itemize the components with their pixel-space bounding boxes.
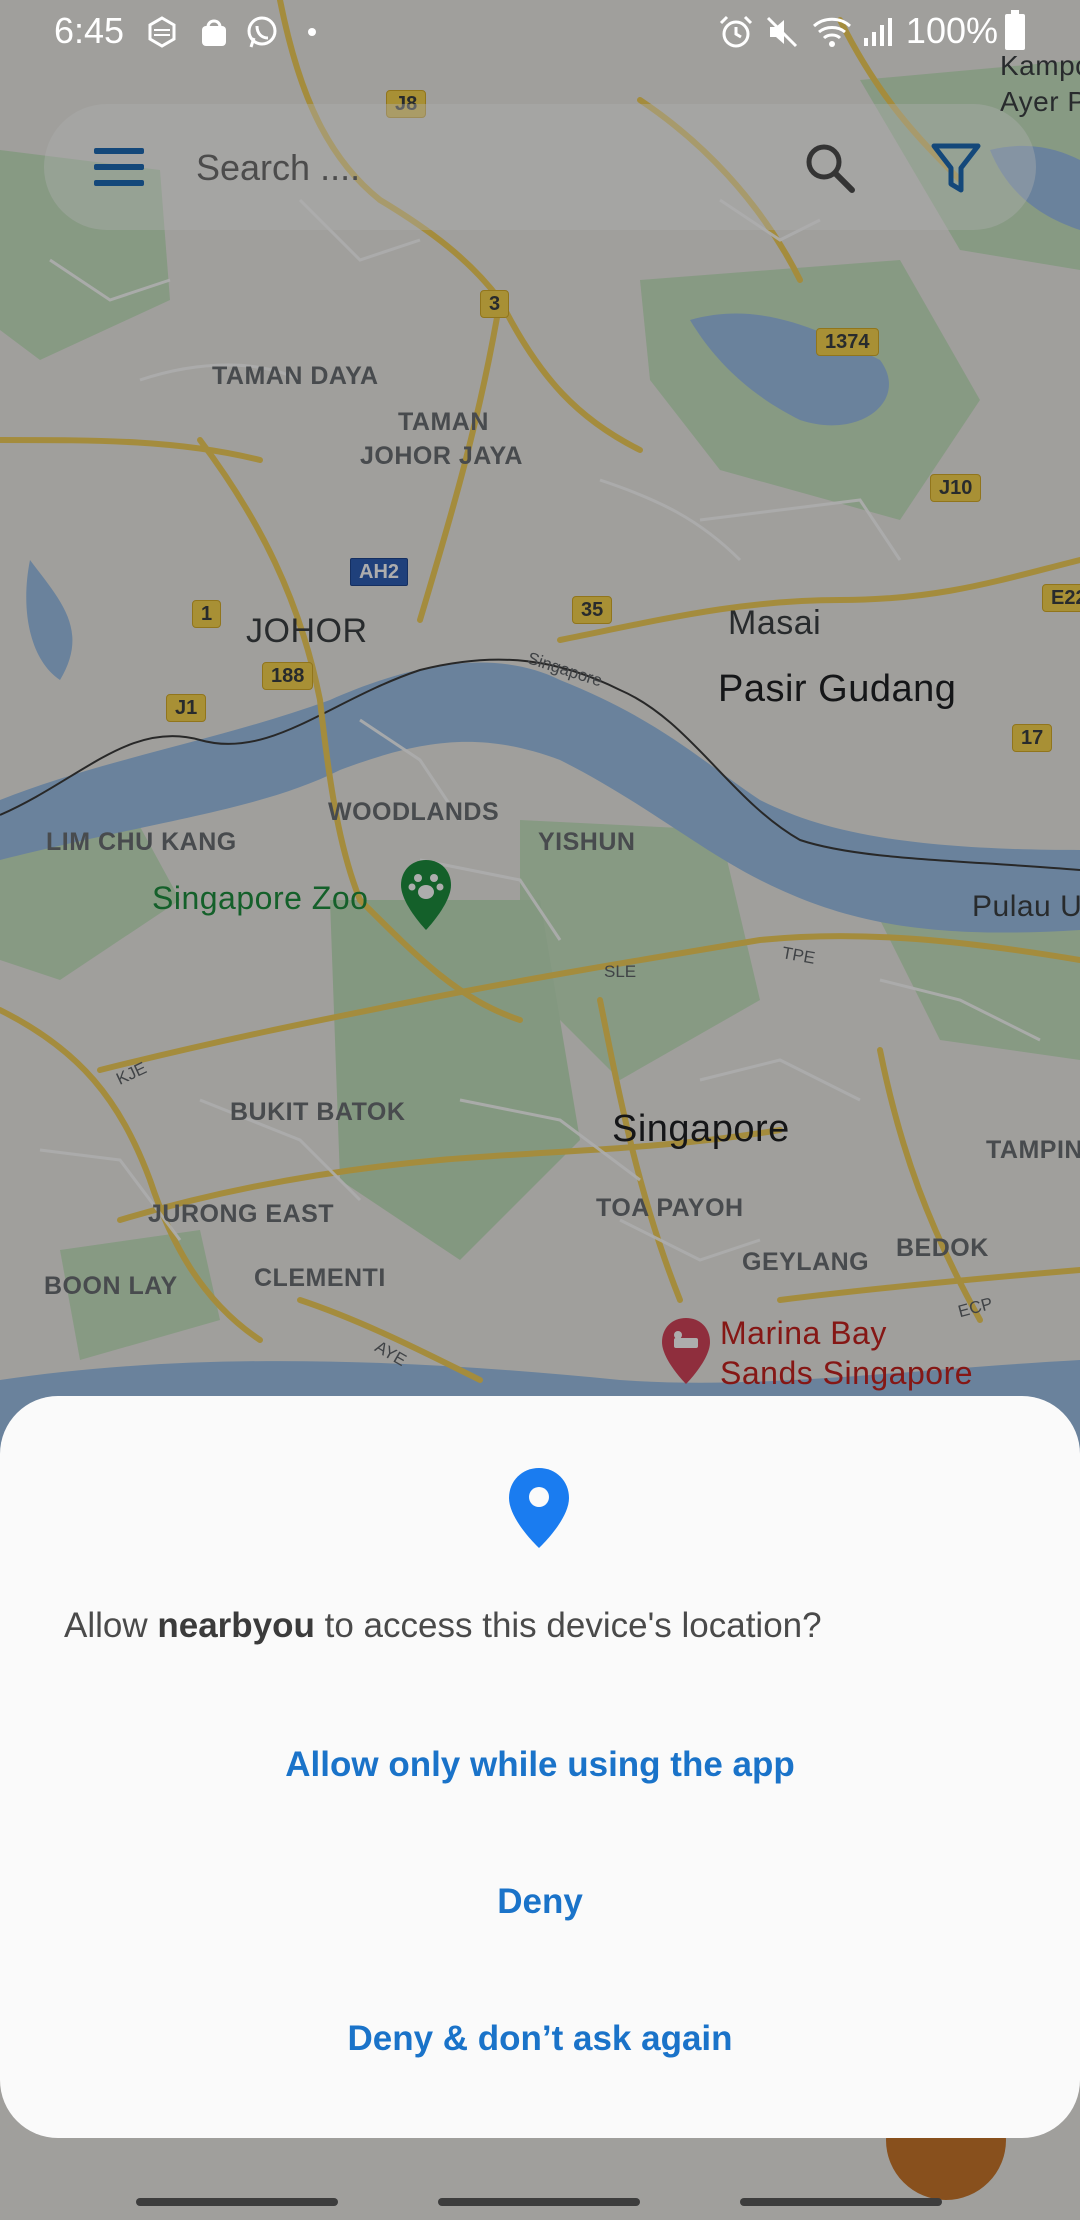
beehive-app-icon [148,16,176,48]
battery-percent: 100% [905,10,998,51]
battery-icon [1005,10,1025,50]
dialog-message-suffix: to access this device's location? [314,1606,822,1645]
status-time: 6:45 [54,10,125,51]
mute-icon [766,16,798,48]
whatsapp-icon [247,16,277,48]
dialog-message-prefix: Allow [64,1606,158,1645]
alarm-icon [719,15,753,48]
screen: Kampor Ayer Put TAMAN DAYA TAMAN JOHOR J… [0,0,1080,2220]
shopping-bag-icon [202,19,226,46]
deny-dont-ask-again-button[interactable]: Deny & don’t ask again [0,1978,1080,2098]
signal-icon [864,18,892,46]
dialog-app-name: nearbyou [157,1606,315,1645]
dot-icon [308,28,316,36]
dialog-message: Allow nearbyou to access this device's l… [64,1606,822,1646]
status-bar: 6:45 100% [0,0,1080,62]
location-pin-icon [509,1468,569,1548]
wifi-icon [812,17,852,47]
deny-button[interactable]: Deny [0,1841,1080,1961]
location-permission-dialog: Allow nearbyou to access this device's l… [0,1396,1080,2138]
allow-while-using-button[interactable]: Allow only while using the app [0,1704,1080,1824]
